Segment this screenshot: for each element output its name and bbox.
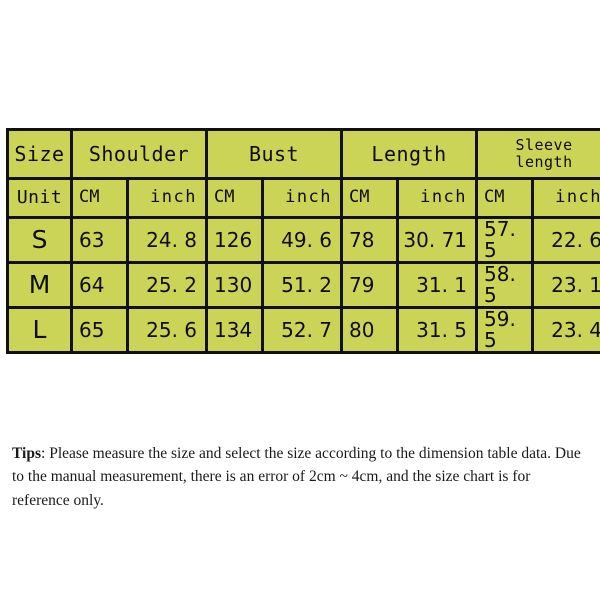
value-sleeve-inch-l: 23. 4 (551, 317, 600, 342)
cell-sleeve-inch-s: 22. 6 (531, 216, 600, 264)
unit-cell-bust-inch: inch (261, 177, 344, 219)
unit-cell-label: Unit (6, 177, 73, 219)
value-shoulder-cm-m: 64 (79, 272, 105, 297)
unit-label-length-inch: inch (420, 187, 468, 208)
cell-size-l: L (6, 306, 73, 354)
value-sleeve-cm-l: 59. 5 (484, 307, 516, 352)
cell-size-m: M (6, 261, 73, 309)
unit-cell-sleeve-cm: CM (475, 177, 535, 219)
table-header-row: Size Shoulder Bust Length Sleeve length (6, 128, 600, 180)
table-row: S 63 24. 8 126 49. 6 78 30. 71 57. 5 22.… (6, 216, 600, 264)
header-label-length: Length (371, 141, 447, 166)
unit-label-shoulder-cm: CM (79, 187, 100, 208)
value-shoulder-inch-s: 24. 8 (146, 227, 198, 252)
size-label-s: S (31, 224, 48, 254)
cell-length-cm-m: 79 (340, 261, 400, 309)
value-bust-inch-s: 49. 6 (281, 227, 333, 252)
size-label-l: L (32, 314, 47, 344)
unit-label-sleeve-inch: inch (555, 187, 600, 208)
unit-label-length-cm: CM (349, 187, 370, 208)
header-label-bust: Bust (248, 141, 300, 166)
unit-cell-length-cm: CM (340, 177, 400, 219)
cell-bust-inch-l: 52. 7 (261, 306, 344, 354)
value-shoulder-inch-m: 25. 2 (146, 272, 198, 297)
header-cell-bust: Bust (205, 128, 344, 180)
header-cell-length: Length (340, 128, 479, 180)
value-length-cm-l: 80 (349, 317, 375, 342)
cell-bust-cm-s: 126 (205, 216, 265, 264)
unit-cell-shoulder-inch: inch (125, 177, 209, 219)
tips-body-text: : Please measure the size and select the… (12, 444, 581, 509)
size-chart-table: Size Shoulder Bust Length Sleeve length (6, 128, 600, 354)
cell-bust-inch-s: 49. 6 (261, 216, 344, 264)
size-chart-root: Size Shoulder Bust Length Sleeve length (0, 0, 600, 600)
size-chart-table-container: Size Shoulder Bust Length Sleeve length (6, 128, 600, 354)
header-label-sleeve-length-line1: Sleeve (515, 136, 573, 155)
value-shoulder-cm-s: 63 (79, 227, 105, 252)
unit-label-shoulder-inch: inch (150, 187, 198, 208)
value-length-inch-l: 31. 5 (416, 317, 468, 342)
cell-bust-cm-l: 134 (205, 306, 265, 354)
cell-sleeve-inch-m: 23. 1 (531, 261, 600, 309)
cell-length-cm-l: 80 (340, 306, 400, 354)
header-label-sleeve-length-line2: length (515, 153, 573, 171)
cell-shoulder-inch-l: 25. 6 (125, 306, 209, 354)
unit-label-bust-cm: CM (214, 187, 235, 208)
cell-sleeve-inch-l: 23. 4 (531, 306, 600, 354)
cell-shoulder-cm-m: 64 (70, 261, 129, 309)
value-length-inch-m: 31. 1 (416, 272, 468, 297)
unit-row-label: Unit (16, 186, 63, 208)
tips-lead-label: Tips (12, 444, 42, 462)
value-sleeve-cm-s: 57. 5 (484, 217, 516, 262)
value-bust-inch-l: 52. 7 (281, 317, 333, 342)
cell-shoulder-cm-s: 63 (70, 216, 129, 264)
header-label-shoulder: Shoulder (88, 141, 190, 166)
header-cell-shoulder: Shoulder (69, 128, 209, 180)
cell-length-inch-l: 31. 5 (396, 306, 479, 354)
cell-bust-cm-m: 130 (205, 261, 265, 309)
cell-length-cm-s: 78 (340, 216, 400, 264)
header-cell-size: Size (6, 128, 73, 180)
cell-shoulder-inch-s: 24. 8 (125, 216, 209, 264)
table-unit-row: Unit CM inch CM inch CM inch CM inch (6, 177, 600, 219)
cell-length-inch-m: 31. 1 (396, 261, 479, 309)
cell-sleeve-cm-m: 58. 5 (475, 261, 535, 309)
value-sleeve-cm-m: 58. 5 (484, 262, 516, 307)
value-shoulder-cm-l: 65 (79, 317, 105, 342)
unit-cell-length-inch: inch (396, 177, 479, 219)
cell-shoulder-cm-l: 65 (70, 306, 129, 354)
tips-paragraph: Tips: Please measure the size and select… (12, 442, 588, 513)
value-bust-inch-m: 51. 2 (281, 272, 333, 297)
table-row: L 65 25. 6 134 52. 7 80 31. 5 59. 5 23. … (6, 306, 600, 354)
unit-cell-sleeve-inch: inch (531, 177, 600, 219)
unit-label-bust-inch: inch (285, 187, 333, 208)
value-bust-cm-l: 134 (214, 317, 253, 342)
cell-shoulder-inch-m: 25. 2 (125, 261, 209, 309)
header-label-size: Size (14, 141, 65, 166)
size-label-m: M (28, 269, 51, 299)
value-length-cm-m: 79 (349, 272, 375, 297)
header-cell-sleeve-length: Sleeve length (475, 128, 600, 180)
value-length-inch-s: 30. 71 (403, 227, 468, 252)
value-sleeve-inch-s: 22. 6 (551, 227, 600, 252)
value-bust-cm-m: 130 (214, 272, 253, 297)
unit-cell-bust-cm: CM (205, 177, 265, 219)
value-length-cm-s: 78 (349, 227, 375, 252)
cell-sleeve-cm-l: 59. 5 (475, 306, 535, 354)
value-bust-cm-s: 126 (214, 227, 253, 252)
cell-sleeve-cm-s: 57. 5 (475, 216, 535, 264)
table-row: M 64 25. 2 130 51. 2 79 31. 1 58. 5 23. … (6, 261, 600, 309)
cell-size-s: S (6, 216, 73, 264)
unit-label-sleeve-cm: CM (484, 187, 505, 208)
unit-cell-shoulder-cm: CM (70, 177, 129, 219)
cell-bust-inch-m: 51. 2 (261, 261, 344, 309)
value-sleeve-inch-m: 23. 1 (551, 272, 600, 297)
cell-length-inch-s: 30. 71 (396, 216, 479, 264)
value-shoulder-inch-l: 25. 6 (146, 317, 198, 342)
